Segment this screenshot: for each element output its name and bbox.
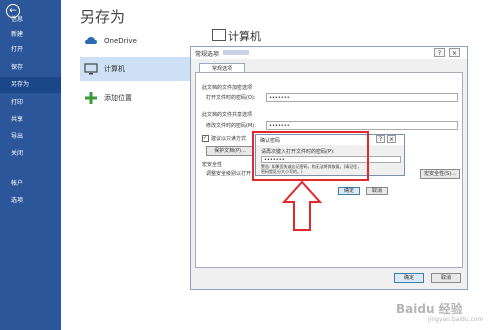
highlight-box bbox=[252, 131, 369, 181]
place-label: OneDrive bbox=[104, 37, 137, 45]
section-label: 此文档的文件共享选项 bbox=[202, 112, 253, 118]
cancel-button[interactable]: 取消 bbox=[431, 273, 461, 283]
open-password-label: 打开文件时的密码(O): bbox=[206, 95, 256, 101]
readonly-checkbox[interactable]: ✓ 建议以只读方式 bbox=[202, 135, 246, 142]
computer-icon bbox=[84, 63, 98, 75]
protect-document-button[interactable]: 保护文档(P)... bbox=[206, 146, 254, 156]
nav-item-account[interactable]: 帐户 bbox=[0, 176, 61, 192]
place-add-location[interactable]: 添加位置 bbox=[80, 86, 190, 110]
readonly-label: 建议以只读方式 bbox=[211, 136, 247, 142]
nav-item-info[interactable]: 信息 bbox=[0, 12, 61, 28]
nav-item-new[interactable]: 新建 bbox=[0, 27, 61, 43]
close-icon[interactable]: × bbox=[449, 48, 460, 57]
confirm-cancel-button[interactable]: 取消 bbox=[366, 187, 388, 195]
modify-password-field[interactable]: ••••••• bbox=[266, 121, 458, 130]
nav-item-options[interactable]: 选项 bbox=[0, 193, 61, 209]
computer-icon bbox=[212, 29, 226, 41]
watermark-logo: Baidu 经验 bbox=[396, 302, 463, 316]
macro-text: 调整安全级别以打开 bbox=[206, 171, 252, 177]
nav-item-save[interactable]: 保存 bbox=[0, 60, 61, 76]
dialog-title-bar: 常规选项 ? × bbox=[191, 47, 467, 59]
place-label: 添加位置 bbox=[104, 94, 132, 102]
nav-item-print[interactable]: 打印 bbox=[0, 95, 61, 111]
plus-icon bbox=[85, 92, 97, 104]
place-computer[interactable]: 计算机 bbox=[80, 57, 190, 81]
help-icon[interactable]: ? bbox=[434, 48, 445, 57]
place-label: 计算机 bbox=[104, 65, 125, 73]
confirm-ok-button[interactable]: 确定 bbox=[338, 187, 360, 195]
nav-item-share[interactable]: 共享 bbox=[0, 112, 61, 128]
macro-security-button[interactable]: 宏安全性(S)... bbox=[420, 169, 460, 179]
ok-button[interactable]: 确定 bbox=[394, 273, 424, 283]
modify-password-label: 修改文件时的密码(M): bbox=[206, 123, 256, 129]
up-arrow-annotation bbox=[282, 180, 322, 231]
cloud-icon bbox=[85, 37, 97, 44]
section-title: 计算机 bbox=[228, 30, 261, 43]
open-password-field[interactable]: ••••••• bbox=[266, 93, 458, 102]
help-icon[interactable]: ? bbox=[376, 135, 385, 143]
section-label: 宏安全性 bbox=[202, 162, 223, 168]
nav-item-close[interactable]: 关闭 bbox=[0, 146, 61, 162]
nav-item-export[interactable]: 导出 bbox=[0, 129, 61, 145]
dialog-title: 常规选项 bbox=[195, 51, 220, 58]
watermark-url: jingyan.baidu.com bbox=[428, 316, 484, 323]
page-title: 另存为 bbox=[80, 8, 126, 26]
backstage-nav: ← 信息 新建 打开 保存 另存为 打印 共享 导出 关闭 帐户 选项 bbox=[0, 0, 61, 330]
place-onedrive[interactable]: OneDrive bbox=[80, 29, 190, 53]
nav-item-open[interactable]: 打开 bbox=[0, 42, 61, 58]
section-label: 此文档的文件加密选项 bbox=[202, 85, 253, 91]
nav-item-save-as[interactable]: 另存为 bbox=[0, 77, 61, 93]
close-icon[interactable]: × bbox=[387, 135, 396, 143]
blurred-filename bbox=[223, 50, 249, 55]
